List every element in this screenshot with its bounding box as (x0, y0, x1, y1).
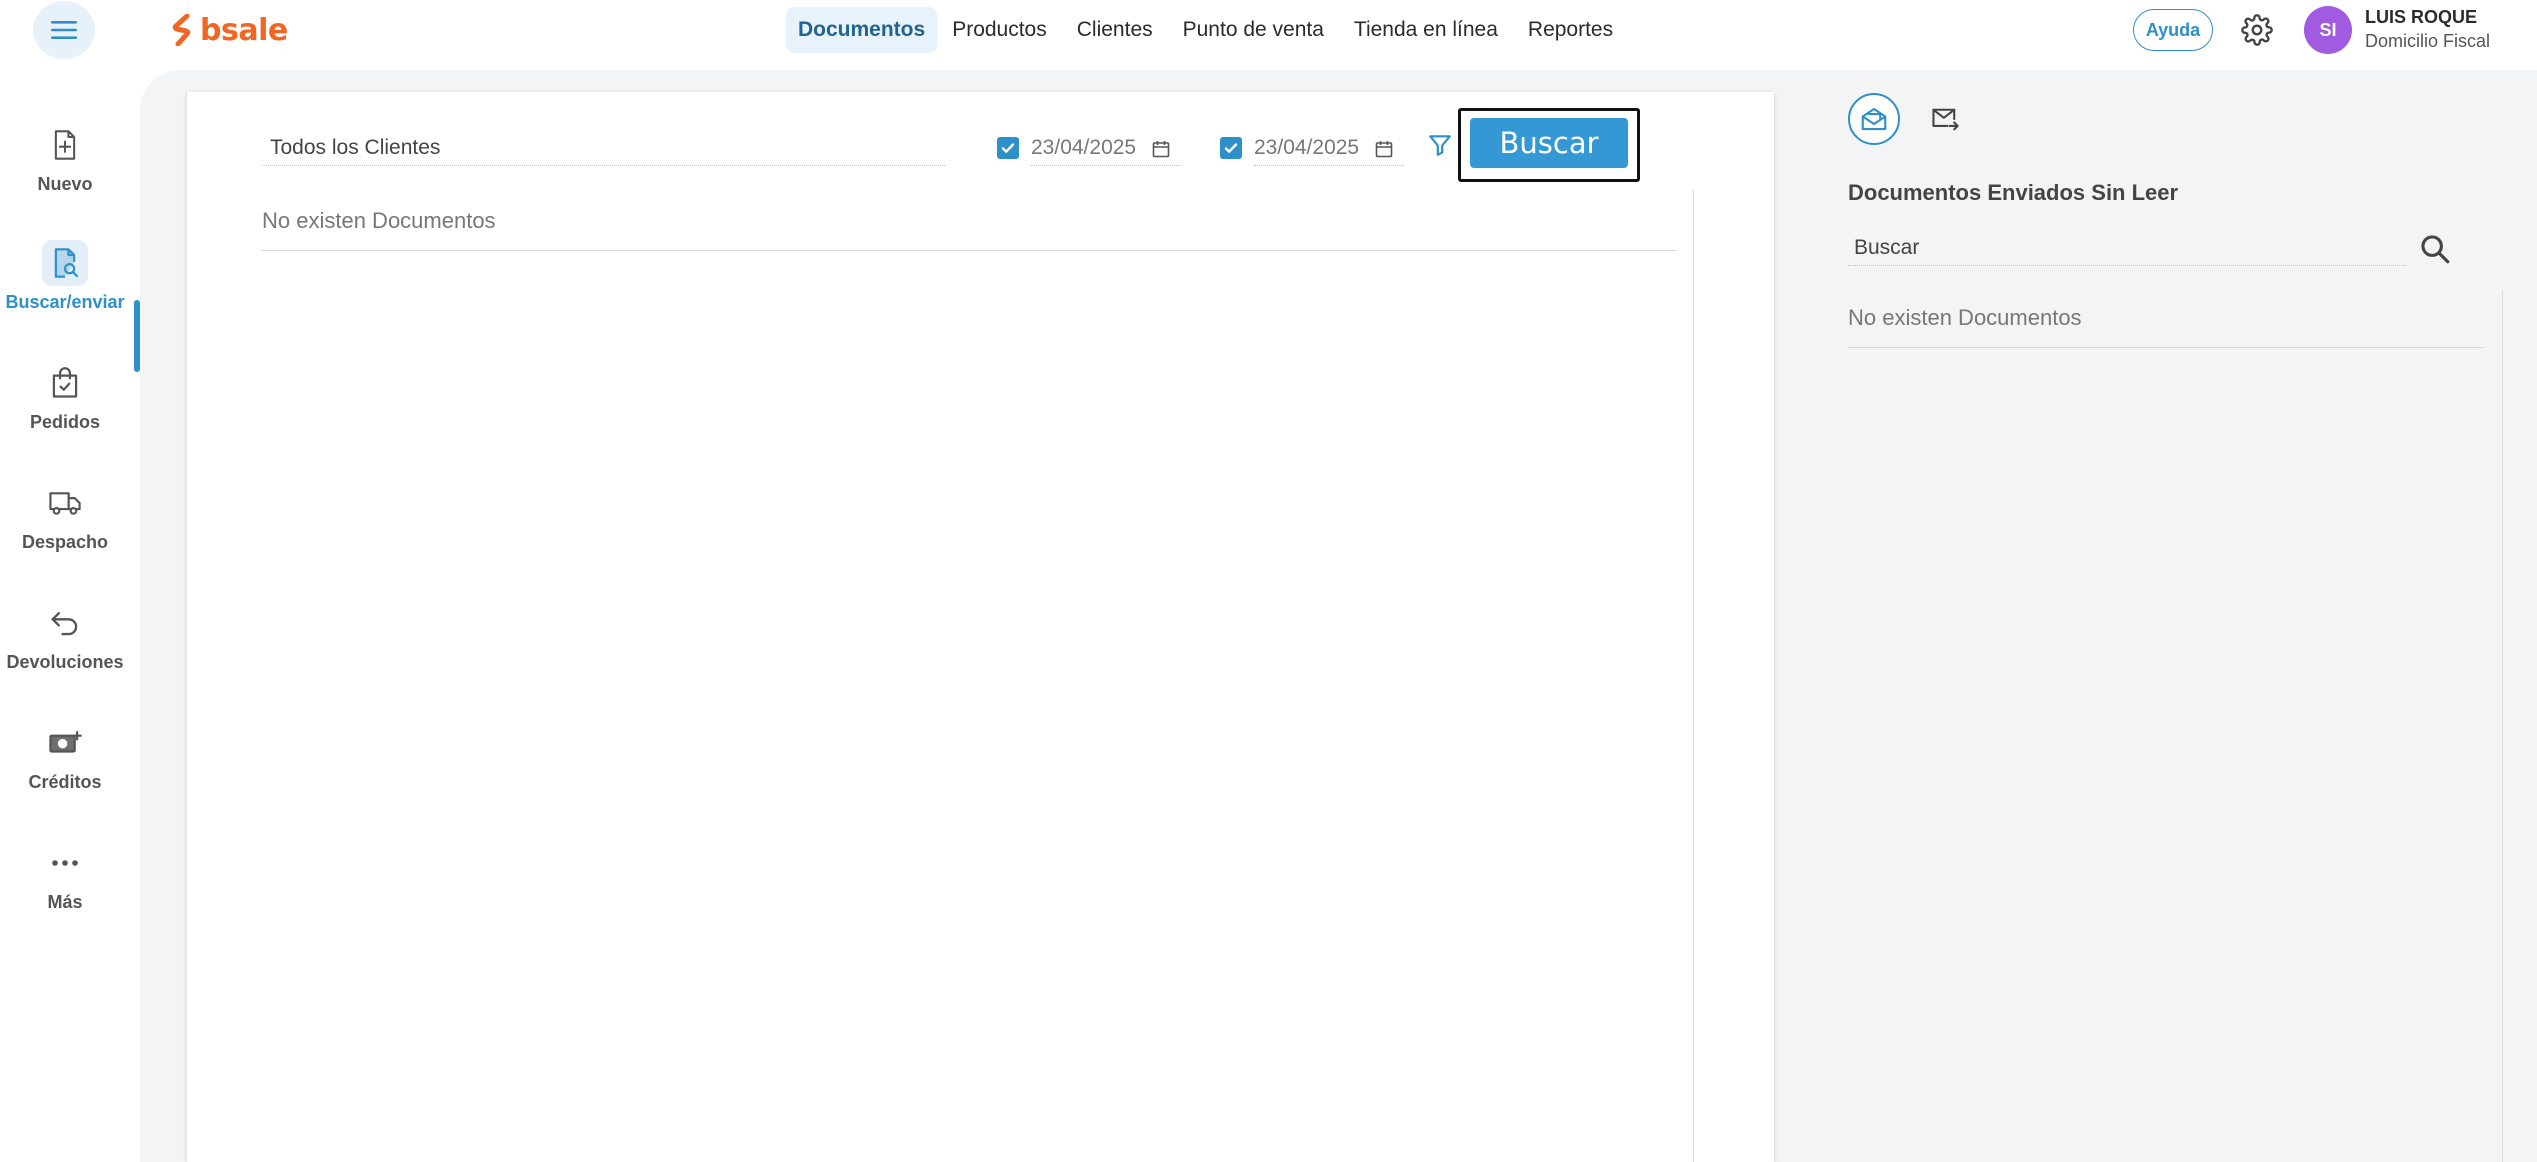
unread-sent-tab[interactable] (1848, 93, 1900, 145)
settings-button[interactable] (2238, 11, 2276, 49)
date-from-value: 23/04/2025 (1031, 135, 1137, 159)
date-to-field[interactable]: 23/04/2025 (1254, 130, 1404, 166)
documents-search-card: Todos los Clientes 23/04/2025 23/04/2025… (187, 92, 1774, 1162)
shopping-bag-icon (42, 360, 88, 406)
date-to-checkbox[interactable] (1220, 137, 1242, 159)
date-to-value: 23/04/2025 (1254, 135, 1360, 159)
truck-icon (42, 480, 88, 526)
divider (262, 250, 1677, 251)
open-envelope-icon (1861, 107, 1887, 131)
sidebar-label: Nuevo (37, 174, 93, 194)
calendar-icon[interactable] (1151, 139, 1171, 159)
empty-results-message: No existen Documentos (262, 208, 496, 233)
sidebar-item-despacho[interactable]: Despacho (0, 480, 130, 580)
check-icon (1001, 143, 1015, 153)
panel-empty-message: No existen Documentos (1848, 305, 2082, 330)
search-icon[interactable] (2418, 232, 2452, 266)
send-email-tab[interactable] (1928, 102, 1962, 136)
date-from-field[interactable]: 23/04/2025 (1031, 130, 1181, 166)
main-nav: Documentos Productos Clientes Punto de v… (786, 7, 1628, 53)
sidebar-label: Buscar/enviar (5, 292, 125, 312)
bsale-logo-icon (172, 14, 191, 46)
nav-clientes[interactable]: Clientes (1062, 7, 1168, 53)
sidebar-item-pedidos[interactable]: Pedidos (0, 360, 130, 460)
sidebar-item-devoluciones[interactable]: Devoluciones (0, 600, 130, 700)
scroll-track[interactable] (1693, 190, 1694, 1162)
sidebar-item-mas[interactable]: Más (0, 840, 130, 940)
sidebar-label: Más (47, 892, 83, 912)
sidebar-label: Pedidos (29, 412, 100, 432)
gear-icon (2241, 14, 2273, 46)
nav-reportes[interactable]: Reportes (1513, 7, 1628, 53)
menu-button[interactable] (33, 1, 95, 59)
bsale-logo[interactable]: bsale (172, 10, 288, 50)
sidebar: Nuevo Buscar/enviar Pedidos Despacho Dev… (0, 60, 140, 1162)
sidebar-item-nuevo[interactable]: Nuevo (0, 122, 130, 222)
sidebar-label: Despacho (21, 532, 109, 552)
filter-icon[interactable] (1427, 132, 1453, 158)
nav-documentos[interactable]: Documentos (786, 7, 938, 53)
client-select[interactable]: Todos los Clientes (262, 130, 945, 166)
nav-tienda-en-linea[interactable]: Tienda en línea (1339, 7, 1513, 53)
hamburger-icon (51, 21, 77, 39)
nav-productos[interactable]: Productos (937, 7, 1062, 53)
panel-search-input[interactable]: Buscar (1848, 230, 2406, 266)
check-icon (1224, 143, 1238, 153)
send-mail-icon (1932, 108, 1959, 131)
new-document-icon (42, 122, 88, 168)
top-bar: bsale Documentos Productos Clientes Punt… (0, 0, 2537, 60)
more-dots-icon (42, 840, 88, 886)
date-from-checkbox[interactable] (997, 137, 1019, 159)
sidebar-label: Créditos (28, 772, 102, 792)
calendar-icon[interactable] (1374, 139, 1394, 159)
user-branch[interactable]: Domicilio Fiscal (2365, 31, 2490, 52)
cash-icon (42, 720, 88, 766)
sidebar-item-creditos[interactable]: Créditos (0, 720, 130, 820)
divider (1848, 347, 2484, 348)
search-document-icon (42, 240, 88, 286)
nav-punto-de-venta[interactable]: Punto de venta (1168, 7, 1339, 53)
panel-scroll-track[interactable] (2502, 290, 2503, 1162)
help-button[interactable]: Ayuda (2133, 9, 2213, 51)
user-avatar[interactable]: SI (2304, 6, 2352, 54)
panel-title: Documentos Enviados Sin Leer (1848, 180, 2179, 205)
sidebar-item-buscar-enviar[interactable]: Buscar/enviar (0, 240, 130, 340)
user-name[interactable]: LUIS ROQUE (2365, 7, 2477, 28)
sidebar-label: Devoluciones (6, 652, 124, 672)
date-to-group: 23/04/2025 (1220, 130, 1404, 166)
date-from-group: 23/04/2025 (997, 130, 1181, 166)
logo-text: bsale (200, 12, 288, 48)
return-arrow-icon (42, 600, 88, 646)
search-button[interactable]: Buscar (1470, 118, 1628, 168)
